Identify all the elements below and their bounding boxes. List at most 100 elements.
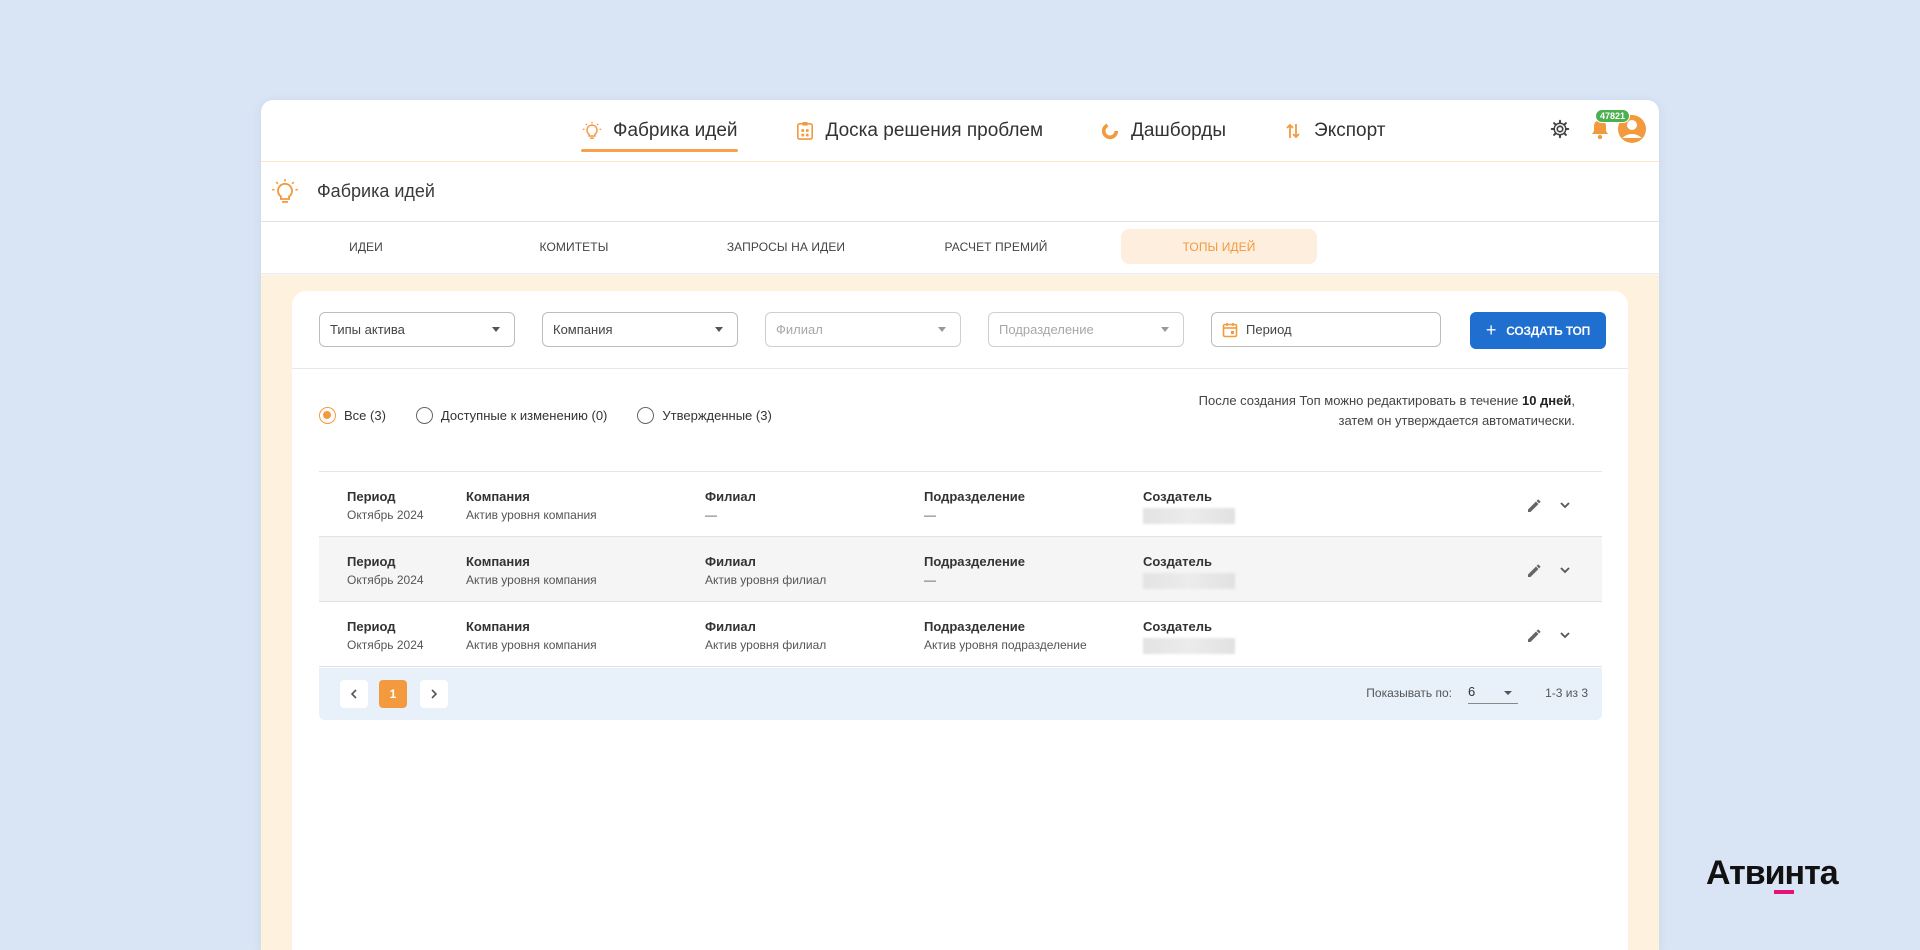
tops-table: Период Октябрь 2024 Компания Актив уровня … xyxy=(319,471,1602,667)
caret-down-icon xyxy=(1504,691,1512,695)
radio-unselected-icon xyxy=(415,407,433,424)
edit-icon[interactable] xyxy=(1526,496,1544,514)
column-label: Период xyxy=(347,554,396,569)
next-page-button[interactable] xyxy=(420,680,448,708)
select-value: Компания xyxy=(553,322,613,337)
status-filter-radios: Все (3) Доступные к изменению (0) Утверж… xyxy=(319,407,802,424)
content-area: Типы актива Компания Филиал Подразделени… xyxy=(261,275,1659,950)
branch-select[interactable]: Филиал xyxy=(765,312,961,347)
column-label: Подразделение xyxy=(924,619,1026,634)
redacted-creator xyxy=(1143,508,1235,524)
create-top-button[interactable]: + СОЗДАТЬ ТОП xyxy=(1470,312,1606,349)
column-label: Филиал xyxy=(705,489,756,504)
radio-unselected-icon xyxy=(637,407,655,424)
radio-label: Все (3) xyxy=(344,408,386,423)
redacted-creator xyxy=(1143,573,1235,589)
notification-badge: 47821 xyxy=(1595,109,1631,123)
chevron-down-icon[interactable] xyxy=(1558,498,1572,512)
tops-panel: Типы актива Компания Филиал Подразделени… xyxy=(292,291,1628,950)
prev-page-button[interactable] xyxy=(340,680,368,708)
nav-item-idea-factory[interactable]: Фабрика идей xyxy=(581,116,738,152)
page-button-current[interactable]: 1 xyxy=(379,680,407,708)
cell-creator: Создатель xyxy=(1143,489,1235,524)
edit-period-note: После создания Топ можно редактировать в… xyxy=(1199,391,1575,431)
export-icon xyxy=(1282,120,1304,142)
cell-period: Период Октябрь 2024 xyxy=(347,489,424,522)
gear-icon[interactable] xyxy=(1549,118,1571,140)
nav-item-dashboards[interactable]: Дашборды xyxy=(1099,116,1226,146)
filter-bar: Типы актива Компания Филиал Подразделени… xyxy=(292,291,1628,369)
page-range: 1-3 из 3 xyxy=(1545,686,1588,700)
column-label: Создатель xyxy=(1143,554,1212,569)
note-text: После создания Топ можно редактировать в… xyxy=(1198,393,1522,408)
section-header: Фабрика идей xyxy=(261,162,1659,222)
division-select[interactable]: Подразделение xyxy=(988,312,1184,347)
column-label: Компания xyxy=(466,554,530,569)
table-row[interactable]: Период Октябрь 2024 Компания Актив уровня … xyxy=(319,602,1602,667)
edit-icon[interactable] xyxy=(1526,561,1544,579)
radio-editable[interactable]: Доступные к изменению (0) xyxy=(415,407,608,424)
notifications-button[interactable]: 47821 xyxy=(1589,109,1631,141)
caret-down-icon xyxy=(715,327,723,332)
cell-value: Актив уровня компания xyxy=(466,573,597,587)
cell-company: Компания Актив уровня компания xyxy=(466,619,597,652)
select-value: Филиал xyxy=(776,322,823,337)
radio-approved[interactable]: Утвержденные (3) xyxy=(637,407,772,424)
top-navigation: Фабрика идей Доска решения проблем Дашбо… xyxy=(261,100,1659,162)
column-label: Подразделение xyxy=(924,489,1026,504)
nav-item-problem-board[interactable]: Доска решения проблем xyxy=(794,116,1043,146)
cell-company: Компания Актив уровня компания xyxy=(466,489,597,522)
select-value: Период xyxy=(1246,322,1292,337)
company-select[interactable]: Компания xyxy=(542,312,738,347)
cell-creator: Создатель xyxy=(1143,619,1235,654)
per-page-label: Показывать по: xyxy=(1366,686,1452,700)
app-window: Фабрика идей Доска решения проблем Дашбо… xyxy=(261,100,1659,950)
cell-value: Актив уровня филиал xyxy=(705,638,827,652)
column-label: Период xyxy=(347,619,396,634)
brand-underline xyxy=(1774,890,1794,894)
cell-value: Актив уровня компания xyxy=(466,638,597,652)
column-label: Компания xyxy=(466,489,530,504)
asset-types-select[interactable]: Типы актива xyxy=(319,312,515,347)
table-row[interactable]: Период Октябрь 2024 Компания Актив уровня … xyxy=(319,537,1602,602)
radio-all[interactable]: Все (3) xyxy=(319,407,386,424)
cell-period: Период Октябрь 2024 xyxy=(347,554,424,587)
tab-idea-requests[interactable]: ЗАПРОСЫ НА ИДЕИ xyxy=(701,229,871,264)
note-text: затем он утверждается автоматически. xyxy=(1338,413,1575,428)
period-picker[interactable]: Период xyxy=(1211,312,1441,347)
cell-division: Подразделение Актив уровня подразделение xyxy=(924,619,1087,652)
column-label: Компания xyxy=(466,619,530,634)
tab-idea-tops[interactable]: ТОПЫ ИДЕЙ xyxy=(1121,229,1317,264)
cell-value: — xyxy=(705,508,717,522)
edit-icon[interactable] xyxy=(1526,626,1544,644)
tab-bonus-calculation[interactable]: РАСЧЕТ ПРЕМИЙ xyxy=(921,229,1071,264)
cell-value: — xyxy=(924,573,936,587)
main-nav: Фабрика идей Доска решения проблем Дашбо… xyxy=(581,100,1441,162)
calendar-icon xyxy=(1222,322,1238,338)
tab-bar: ИДЕИ КОМИТЕТЫ ЗАПРОСЫ НА ИДЕИ РАСЧЕТ ПРЕ… xyxy=(261,222,1659,274)
cell-value: Октябрь 2024 xyxy=(347,638,424,652)
nav-label: Дашборды xyxy=(1131,120,1227,141)
caret-down-icon xyxy=(492,327,500,332)
row-actions xyxy=(1512,496,1572,514)
redacted-creator xyxy=(1143,638,1235,654)
chevron-down-icon[interactable] xyxy=(1558,563,1572,577)
column-label: Филиал xyxy=(705,554,756,569)
plus-icon: + xyxy=(1485,320,1497,340)
lightbulb-icon xyxy=(271,178,299,206)
brand-logo: Атвинта xyxy=(1706,854,1839,892)
column-label: Подразделение xyxy=(924,554,1026,569)
tab-ideas[interactable]: ИДЕИ xyxy=(291,229,441,264)
cell-company: Компания Актив уровня компания xyxy=(466,554,597,587)
caret-down-icon xyxy=(1161,327,1169,332)
table-row[interactable]: Период Октябрь 2024 Компания Актив уровня … xyxy=(319,472,1602,537)
chevron-down-icon[interactable] xyxy=(1558,628,1572,642)
cell-value: Актив уровня компания xyxy=(466,508,597,522)
cell-division: Подразделение — xyxy=(924,489,1025,522)
lightbulb-icon xyxy=(581,120,603,142)
per-page-select[interactable]: 6 xyxy=(1468,684,1518,704)
cell-value: Октябрь 2024 xyxy=(347,573,424,587)
radio-label: Доступные к изменению (0) xyxy=(440,408,608,423)
nav-item-export[interactable]: Экспорт xyxy=(1282,116,1385,146)
tab-committees[interactable]: КОМИТЕТЫ xyxy=(499,229,649,264)
